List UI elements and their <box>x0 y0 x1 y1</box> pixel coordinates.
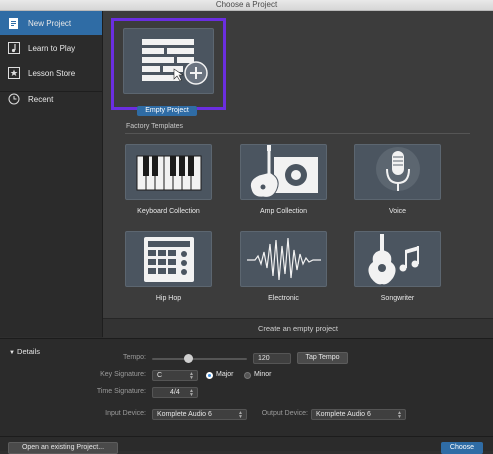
music-note-icon <box>7 41 21 55</box>
template-electronic[interactable] <box>240 231 327 287</box>
template-label: Voice <box>388 208 407 215</box>
details-title: Details <box>17 347 40 356</box>
input-device-value: Komplete Audio 6 <box>157 411 212 418</box>
stepper-icon: ▲ ▼ <box>397 410 402 420</box>
sidebar-item-label: Learn to Play <box>28 43 76 53</box>
empty-project-add-icon <box>124 29 214 96</box>
stepper-icon: ▲ ▼ <box>189 388 194 398</box>
major-radio[interactable] <box>206 372 213 379</box>
open-existing-project-button[interactable]: Open an existing Project... <box>8 442 118 454</box>
input-device-label: Input Device: <box>105 410 146 417</box>
status-message: Create an empty project <box>103 318 493 338</box>
empty-project-tile[interactable] <box>123 28 214 94</box>
star-icon <box>7 66 21 80</box>
drum-machine-icon <box>126 232 212 289</box>
clock-icon <box>7 92 21 106</box>
output-device-value: Komplete Audio 6 <box>316 411 371 418</box>
template-songwriter[interactable] <box>354 231 441 287</box>
sidebar-item-new-project[interactable]: New Project <box>0 11 102 35</box>
tempo-label: Tempo: <box>123 354 146 361</box>
sidebar-item-label: Lesson Store <box>28 68 76 78</box>
sidebar-item-label: New Project <box>28 18 72 28</box>
bottom-bar: Open an existing Project... Choose <box>0 436 493 454</box>
template-voice[interactable] <box>354 144 441 200</box>
sidebar-item-learn-to-play[interactable]: Learn to Play <box>0 36 102 60</box>
window-title: Choose a Project <box>0 0 493 11</box>
template-label: Amp Collection <box>259 208 308 215</box>
time-signature-value: 4/4 <box>170 389 180 396</box>
new-project-icon <box>7 16 21 30</box>
key-signature-label: Key Signature: <box>100 371 146 378</box>
sidebar-item-label: Recent <box>28 94 54 104</box>
microphone-icon <box>355 145 441 202</box>
guitar-amp-icon <box>241 145 327 202</box>
template-browser: Empty Project Factory Templates Keyboard… <box>103 11 493 338</box>
section-divider <box>125 133 470 134</box>
template-amp-collection[interactable] <box>240 144 327 200</box>
acoustic-guitar-icon <box>355 232 441 289</box>
output-device-select[interactable]: Komplete Audio 6 ▲ ▼ <box>311 409 406 420</box>
tempo-field[interactable]: 120 <box>253 353 291 364</box>
template-hip-hop[interactable] <box>125 231 212 287</box>
disclosure-triangle-icon: ▼ <box>9 350 15 356</box>
key-value: C <box>157 372 163 379</box>
key-select[interactable]: C ▲ ▼ <box>152 370 198 381</box>
factory-templates-heading: Factory Templates <box>126 123 184 130</box>
empty-project-label[interactable]: Empty Project <box>137 106 197 116</box>
major-label: Major <box>216 371 234 378</box>
minor-radio[interactable] <box>244 372 251 379</box>
tempo-slider[interactable] <box>152 354 247 363</box>
tempo-slider-knob[interactable] <box>183 354 193 363</box>
template-keyboard-collection[interactable] <box>125 144 212 200</box>
stepper-icon: ▲ ▼ <box>238 410 243 420</box>
details-toggle[interactable]: ▼ Details <box>9 347 40 356</box>
template-label: Keyboard Collection <box>137 208 200 215</box>
template-label: Hip Hop <box>155 295 182 302</box>
template-label: Electronic <box>268 295 299 302</box>
input-device-select[interactable]: Komplete Audio 6 ▲ ▼ <box>152 409 247 420</box>
minor-label: Minor <box>254 371 272 378</box>
stepper-icon: ▲ ▼ <box>189 371 194 381</box>
piano-keys-icon <box>126 145 212 202</box>
waveform-icon <box>241 232 327 289</box>
choose-button[interactable]: Choose <box>441 442 483 454</box>
details-panel: ▼ Details Tempo: 120 Tap Tempo Key Signa… <box>0 338 493 437</box>
sidebar-item-lesson-store[interactable]: Lesson Store <box>0 61 102 85</box>
sidebar-item-recent[interactable]: Recent <box>0 87 102 111</box>
output-device-label: Output Device: <box>261 410 308 417</box>
template-label: Songwriter <box>380 295 415 302</box>
tap-tempo-button[interactable]: Tap Tempo <box>297 352 348 364</box>
time-signature-label: Time Signature: <box>96 388 146 395</box>
sidebar: New Project Learn to Play Lesson Store R… <box>0 11 103 337</box>
time-signature-select[interactable]: 4/4 ▲ ▼ <box>152 387 198 398</box>
